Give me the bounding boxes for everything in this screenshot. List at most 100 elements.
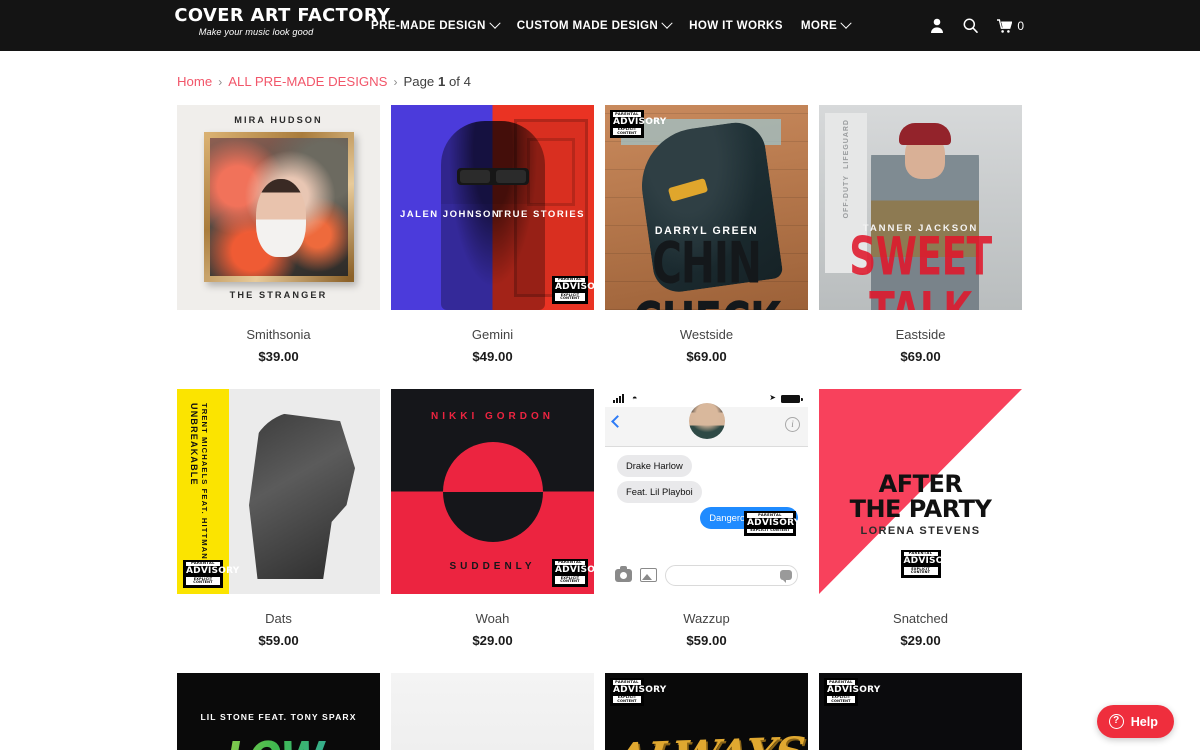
pa-line3: EXPLICIT CONTENT <box>555 293 585 301</box>
product-card[interactable]: JALEN JOHNSON TRUE STORIES PARENTAL ADVI… <box>391 105 594 389</box>
mic-icon[interactable] <box>780 569 792 583</box>
pa-line1: PARENTAL <box>613 680 641 685</box>
album-title: LOW <box>177 733 374 750</box>
message-input-row <box>605 562 808 588</box>
product-card[interactable]: MIRA HUDSON THE STRANGER Smithsonia $39.… <box>177 105 380 389</box>
album-title: ALWAYS <box>612 728 807 750</box>
help-button[interactable]: ? Help <box>1096 705 1174 738</box>
album-art-smithsonia[interactable]: MIRA HUDSON THE STRANGER <box>177 105 380 310</box>
product-grid: MIRA HUDSON THE STRANGER Smithsonia $39.… <box>0 105 1200 750</box>
framed-portrait <box>203 132 354 282</box>
pa-line3: EXPLICIT CONTENT <box>827 695 855 704</box>
product-card[interactable]: ◓ ➤ i Drake Harlow Feat. Lil Playboi Dan… <box>605 389 808 673</box>
signal-bars-icon <box>613 394 624 403</box>
main-navigation: PRE-MADE DESIGN CUSTOM MADE DESIGN HOW I… <box>371 0 852 51</box>
product-card[interactable]: AFTER THE PARTY LORENA STEVENS PARENTAL … <box>819 389 1022 673</box>
header-tools: 0 <box>930 0 1024 51</box>
pa-line1: PARENTAL <box>613 112 641 117</box>
info-icon[interactable]: i <box>785 417 800 432</box>
breadcrumb: Home › ALL PRE-MADE DESIGNS › Page 1 of … <box>0 51 1200 91</box>
album-artist: NIKKI GORDON <box>431 411 554 422</box>
account-icon[interactable] <box>930 18 944 33</box>
logo-tagline: Make your music look good <box>198 27 314 38</box>
message-input[interactable] <box>665 564 798 586</box>
pa-line3: EXPLICIT CONTENT <box>903 567 938 575</box>
product-card[interactable]: UNBREAKABLE TRENT MICHAELS FEAT. HITTMAN… <box>177 389 380 673</box>
product-card[interactable] <box>391 673 594 750</box>
nav-item-more[interactable]: MORE <box>800 17 852 32</box>
product-title: Dats <box>265 611 292 626</box>
pa-line2: ADVISORY <box>827 684 881 695</box>
album-art-eastside[interactable]: LIFEGUARD OFF-DUTY TANNER JACKSON SWEET … <box>819 105 1022 310</box>
product-card[interactable]: ALWAYS PARENTAL ADVISORY EXPLICIT CONTEN… <box>605 673 808 750</box>
breadcrumb-home[interactable]: Home <box>177 73 212 91</box>
breadcrumb-current-page: Page 1 of 4 <box>403 73 470 91</box>
search-icon[interactable] <box>963 18 979 33</box>
pa-line2: ADVISORY <box>186 566 240 577</box>
nav-item-pre-made-design[interactable]: PRE-MADE DESIGN <box>371 17 501 32</box>
product-price: $49.00 <box>472 349 513 364</box>
nav-label: PRE-MADE DESIGN <box>371 19 486 32</box>
battery-icon <box>781 395 803 403</box>
breadcrumb-category[interactable]: ALL PRE-MADE DESIGNS <box>228 73 387 91</box>
album-title: THE STRANGER <box>229 290 328 300</box>
album-art-dats[interactable]: UNBREAKABLE TRENT MICHAELS FEAT. HITTMAN… <box>177 389 380 594</box>
page-suffix: of 4 <box>445 74 471 89</box>
album-art-wazzup[interactable]: ◓ ➤ i Drake Harlow Feat. Lil Playboi Dan… <box>605 389 808 594</box>
album-art-woah[interactable]: NIKKI GORDON SUDDENLY PARENTAL ADVISORY … <box>391 389 594 594</box>
product-card[interactable]: LIFEGUARD OFF-DUTY TANNER JACKSON SWEET … <box>819 105 1022 389</box>
product-title: Gemini <box>471 327 514 342</box>
album-title-line1: AFTER <box>878 470 963 498</box>
site-logo[interactable]: COVER ART FACTORY Make your music look g… <box>174 6 390 40</box>
parental-advisory-badge: PARENTAL ADVISORY EXPLICIT CONTENT <box>744 511 801 536</box>
album-title-line2: THE PARTY <box>849 495 992 523</box>
product-card[interactable]: DARRYL GREEN CHIN CHECK PARENTAL ADVISOR… <box>605 105 808 389</box>
product-title: Woah <box>475 611 510 626</box>
photos-icon[interactable] <box>640 568 657 582</box>
product-price: $69.00 <box>686 349 727 364</box>
nav-item-custom-made-design[interactable]: CUSTOM MADE DESIGN <box>516 17 673 32</box>
album-art-snatched[interactable]: AFTER THE PARTY LORENA STEVENS PARENTAL … <box>819 389 1022 594</box>
cart-icon <box>997 18 1013 33</box>
pa-line3: EXPLICIT CONTENT <box>747 528 793 533</box>
album-art-gemini[interactable]: JALEN JOHNSON TRUE STORIES PARENTAL ADVI… <box>391 105 594 310</box>
album-art-row3-4[interactable]: PARENTAL ADVISORY EXPLICIT CONTENT <box>819 673 1022 750</box>
message-bubble-incoming: Drake Harlow <box>617 455 692 477</box>
parental-advisory-badge: PARENTAL ADVISORY EXPLICIT CONTENT <box>552 275 594 304</box>
pa-line3: EXPLICIT CONTENT <box>613 127 641 136</box>
phone-nav-bar: i <box>605 403 808 447</box>
product-title: Smithsonia <box>246 327 311 342</box>
product-card[interactable]: LIL STONE FEAT. TONY SPARX LOW <box>177 673 380 750</box>
page-prefix: Page <box>403 74 438 89</box>
album-art-row3-3[interactable]: ALWAYS PARENTAL ADVISORY EXPLICIT CONTEN… <box>605 673 808 750</box>
pa-line2: ADVISORY <box>613 684 667 695</box>
product-price: $59.00 <box>258 633 299 648</box>
cart-button[interactable]: 0 <box>997 19 1024 33</box>
chevron-down-icon <box>661 17 673 29</box>
parental-advisory-badge: PARENTAL ADVISORY EXPLICIT CONTENT <box>610 678 667 707</box>
wifi-icon: ◓ <box>632 393 638 403</box>
pa-line3: EXPLICIT CONTENT <box>555 576 585 584</box>
pa-line2: ADVISORY <box>555 282 594 293</box>
product-price: $29.00 <box>472 633 513 648</box>
pa-line2: ADVISORY <box>903 556 957 567</box>
cart-count: 0 <box>1017 18 1024 33</box>
product-card[interactable]: NIKKI GORDON SUDDENLY PARENTAL ADVISORY … <box>391 389 594 673</box>
help-label: Help <box>1130 714 1158 729</box>
product-title: Snatched <box>893 611 948 626</box>
nav-label: MORE <box>800 19 838 32</box>
back-chevron-icon[interactable] <box>611 415 624 428</box>
camera-icon[interactable] <box>615 566 632 582</box>
pa-line2: ADVISORY <box>747 517 801 528</box>
nav-label: CUSTOM MADE DESIGN <box>516 19 659 32</box>
chevron-down-icon <box>489 17 501 29</box>
album-art-row3-1[interactable]: LIL STONE FEAT. TONY SPARX LOW <box>177 673 380 750</box>
album-art-westside[interactable]: DARRYL GREEN CHIN CHECK PARENTAL ADVISOR… <box>605 105 808 310</box>
pa-line1: PARENTAL <box>827 680 855 685</box>
album-art-row3-2[interactable] <box>391 673 594 750</box>
product-price: $69.00 <box>900 349 941 364</box>
nav-item-how-it-works[interactable]: HOW IT WORKS <box>689 19 783 32</box>
breadcrumb-separator: › <box>393 75 398 89</box>
album-artist: MIRA HUDSON <box>234 115 323 125</box>
product-card[interactable]: PARENTAL ADVISORY EXPLICIT CONTENT <box>819 673 1022 750</box>
